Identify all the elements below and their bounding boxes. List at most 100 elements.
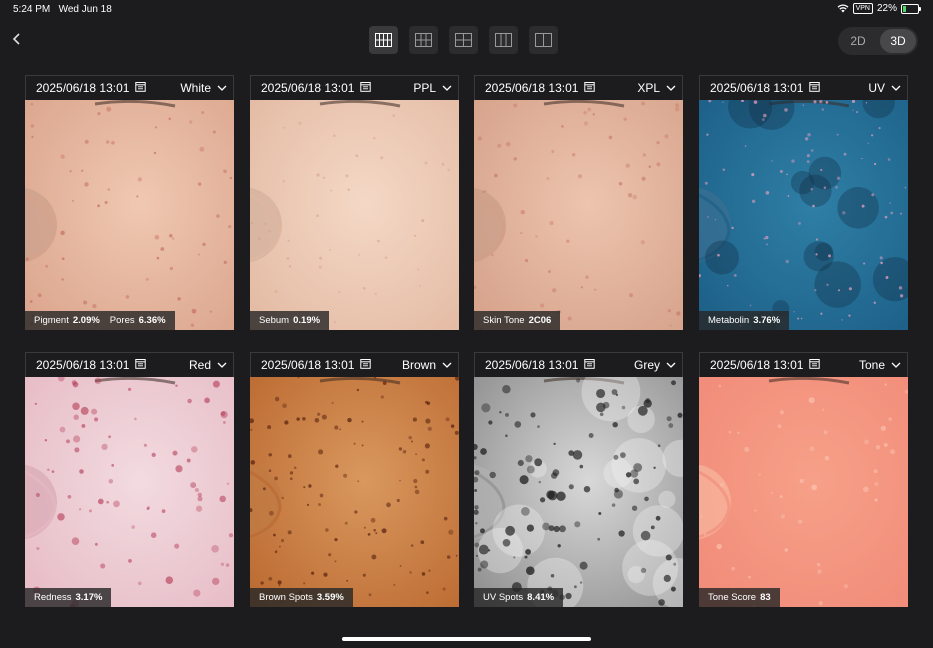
chevron-down-icon bbox=[442, 362, 452, 368]
mode-dropdown[interactable]: White bbox=[180, 81, 227, 95]
mode-label: UV bbox=[868, 81, 885, 95]
chevron-down-icon bbox=[666, 362, 676, 368]
skin-image[interactable]: Sebum 0.19% bbox=[250, 100, 459, 330]
metrics-badge: Redness 3.17% bbox=[25, 588, 112, 607]
mode-label: Tone bbox=[858, 358, 885, 372]
mode-dropdown[interactable]: Tone bbox=[859, 358, 901, 372]
layout-3col-button[interactable] bbox=[489, 26, 518, 54]
layout-2x2-button[interactable] bbox=[449, 26, 478, 54]
grid-2col-icon bbox=[535, 33, 552, 47]
mode-label: Grey bbox=[633, 358, 660, 372]
capture-date: 2025/06/18 13:01 bbox=[485, 358, 579, 372]
skin-image[interactable]: UV Spots 8.41% bbox=[474, 377, 683, 607]
skin-image-render bbox=[699, 100, 908, 330]
capture-tile[interactable]: 2025/06/18 13:01 PPL Sebum 0.19% bbox=[250, 75, 459, 330]
metric-label: Tone Score bbox=[708, 592, 757, 603]
skin-image-render bbox=[474, 100, 683, 330]
metric-label: Brown Spots bbox=[259, 592, 313, 603]
calendar-icon[interactable] bbox=[809, 81, 821, 95]
metric-label: Metabolin bbox=[708, 315, 750, 326]
capture-date: 2025/06/18 13:01 bbox=[485, 81, 579, 95]
metric-value: 83 bbox=[760, 592, 771, 603]
mode-dropdown[interactable]: XPL bbox=[637, 81, 676, 95]
calendar-icon[interactable] bbox=[584, 358, 596, 372]
calendar-icon[interactable] bbox=[360, 358, 372, 372]
calendar-icon[interactable] bbox=[135, 81, 147, 95]
skin-image-render bbox=[25, 377, 234, 607]
metrics-badge: Brown Spots 3.59% bbox=[250, 588, 353, 607]
status-time: 5:24 PM Wed Jun 18 bbox=[13, 4, 112, 15]
chevron-left-icon bbox=[12, 33, 20, 45]
vpn-badge: VPN bbox=[852, 3, 873, 14]
capture-date: 2025/06/18 13:01 bbox=[36, 358, 130, 372]
calendar-icon[interactable] bbox=[809, 358, 821, 372]
capture-tile[interactable]: 2025/06/18 13:01 UV Metabolin 3.76% bbox=[699, 75, 908, 330]
mode-dropdown[interactable]: Grey bbox=[634, 358, 676, 372]
metrics-badge: UV Spots 8.41% bbox=[474, 588, 564, 607]
metrics-badge: Skin Tone 2C06 bbox=[474, 311, 561, 330]
metrics-badge: Pigment 2.09% Pores 6.36% bbox=[25, 311, 175, 330]
metric-label: UV Spots bbox=[483, 592, 524, 603]
home-indicator bbox=[342, 637, 591, 641]
capture-tile[interactable]: 2025/06/18 13:01 Grey UV Spots 8.41% bbox=[474, 352, 683, 607]
skin-image-render bbox=[250, 100, 459, 330]
capture-tile[interactable]: 2025/06/18 13:01 XPL Skin Tone 2C06 bbox=[474, 75, 683, 330]
back-button[interactable] bbox=[12, 30, 28, 50]
metric-value: 6.36% bbox=[138, 315, 166, 326]
mode-label: XPL bbox=[637, 81, 660, 95]
chevron-down-icon bbox=[217, 362, 227, 368]
capture-tile[interactable]: 2025/06/18 13:01 Tone Tone Score 83 bbox=[699, 352, 908, 607]
metric-label: Sebum bbox=[259, 315, 290, 326]
chevron-down-icon bbox=[217, 85, 227, 91]
capture-date: 2025/06/18 13:01 bbox=[710, 81, 804, 95]
mode-label: PPL bbox=[413, 81, 436, 95]
tile-header: 2025/06/18 13:01 Red bbox=[25, 352, 234, 377]
metric-value: 3.59% bbox=[316, 592, 344, 603]
capture-tile[interactable]: 2025/06/18 13:01 Brown Brown Spots 3.59% bbox=[250, 352, 459, 607]
mode-dropdown[interactable]: UV bbox=[868, 81, 901, 95]
battery-icon bbox=[901, 3, 921, 14]
status-bar: 5:24 PM Wed Jun 18 VPN 22% bbox=[0, 0, 933, 18]
metric-value: 8.41% bbox=[527, 592, 555, 603]
battery-percent: 22% bbox=[876, 3, 897, 14]
grid-3x2-icon bbox=[415, 33, 432, 47]
capture-tile[interactable]: 2025/06/18 13:01 Red Redness 3.17% bbox=[25, 352, 234, 607]
capture-date: 2025/06/18 13:01 bbox=[261, 81, 355, 95]
calendar-icon[interactable] bbox=[135, 358, 147, 372]
status-right: VPN 22% bbox=[837, 3, 921, 14]
chevron-down-icon bbox=[666, 85, 676, 91]
mode-label: White bbox=[180, 81, 211, 95]
capture-tile[interactable]: 2025/06/18 13:01 White Pigment 2.09% Pores 6.… bbox=[25, 75, 234, 330]
mode-label: Red bbox=[188, 358, 211, 372]
skin-image-render bbox=[25, 100, 234, 330]
metric-value: 2C06 bbox=[528, 315, 552, 326]
mode-dropdown[interactable]: PPL bbox=[413, 81, 452, 95]
layout-4x2-button[interactable] bbox=[369, 26, 398, 54]
chevron-down-icon bbox=[891, 85, 901, 91]
skin-image[interactable]: Metabolin 3.76% bbox=[699, 100, 908, 330]
metric-value: 2.09% bbox=[72, 315, 100, 326]
layout-3x2-button[interactable] bbox=[409, 26, 438, 54]
metrics-badge: Metabolin 3.76% bbox=[699, 311, 790, 330]
skin-image[interactable]: Skin Tone 2C06 bbox=[474, 100, 683, 330]
toggle-2d[interactable]: 2D bbox=[840, 29, 876, 53]
metric-value: 3.76% bbox=[753, 315, 781, 326]
calendar-icon[interactable] bbox=[584, 81, 596, 95]
tile-header: 2025/06/18 13:01 PPL bbox=[250, 75, 459, 100]
mode-dropdown[interactable]: Brown bbox=[402, 358, 452, 372]
skin-image[interactable]: Pigment 2.09% Pores 6.36% bbox=[25, 100, 234, 330]
toggle-3d[interactable]: 3D bbox=[880, 29, 916, 53]
capture-date: 2025/06/18 13:01 bbox=[261, 358, 355, 372]
mode-dropdown[interactable]: Red bbox=[189, 358, 227, 372]
skin-image-render bbox=[250, 377, 459, 607]
tile-header: 2025/06/18 13:01 UV bbox=[699, 75, 908, 100]
calendar-icon[interactable] bbox=[360, 81, 372, 95]
skin-image[interactable]: Redness 3.17% bbox=[25, 377, 234, 607]
skin-image[interactable]: Tone Score 83 bbox=[699, 377, 908, 607]
layout-selector bbox=[369, 26, 558, 54]
metric-value: 0.19% bbox=[293, 315, 321, 326]
layout-2col-button[interactable] bbox=[529, 26, 558, 54]
grid-2x2-icon bbox=[455, 33, 472, 47]
metric-label: Skin Tone bbox=[483, 315, 525, 326]
skin-image[interactable]: Brown Spots 3.59% bbox=[250, 377, 459, 607]
